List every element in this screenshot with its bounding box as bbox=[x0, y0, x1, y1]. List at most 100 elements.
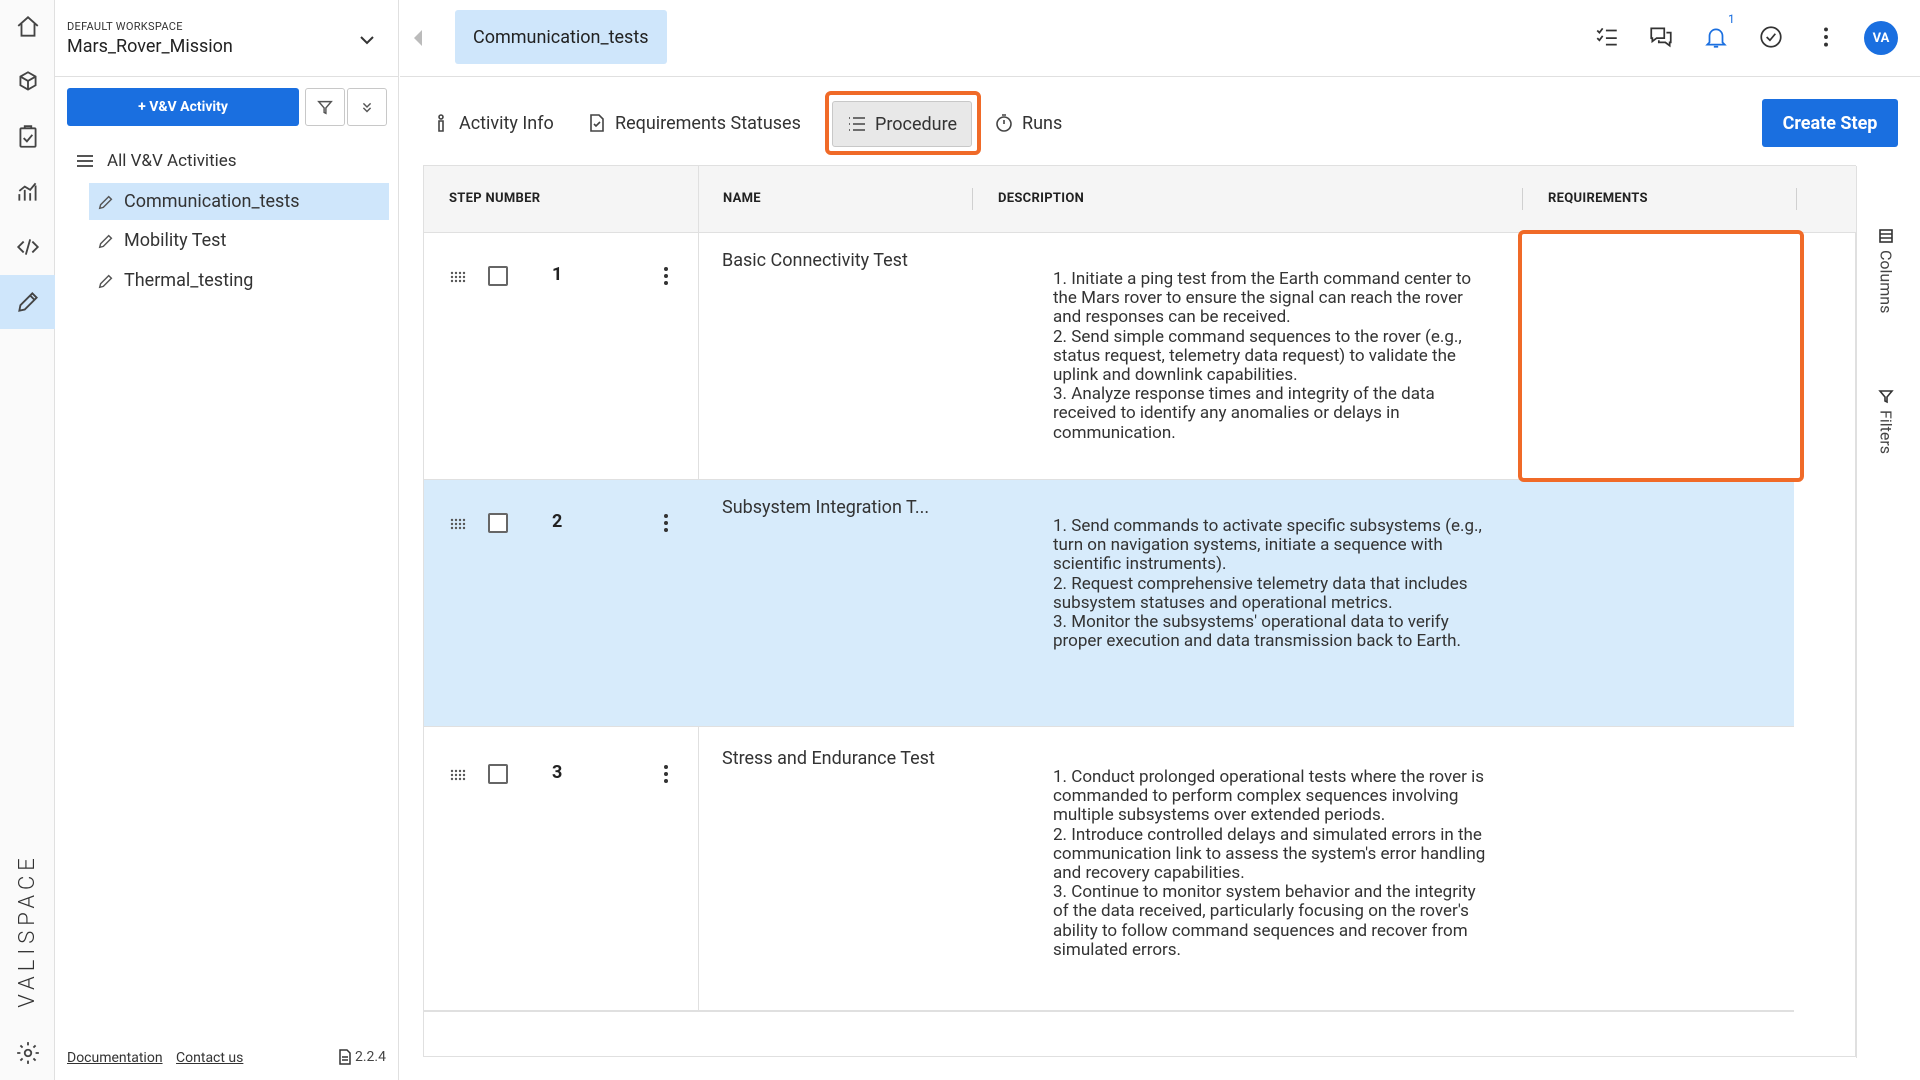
more-vertical-icon[interactable] bbox=[661, 265, 671, 287]
sidebar-item-communication-tests[interactable]: Communication_tests bbox=[89, 183, 389, 220]
tab-label: Runs bbox=[1022, 112, 1063, 134]
description-line: 2. Introduce controlled delays and simul… bbox=[1053, 824, 1486, 884]
columns-panel-toggle[interactable]: Columns bbox=[1866, 228, 1906, 313]
documentation-link[interactable]: Documentation bbox=[67, 1050, 163, 1066]
sidebar-item-thermal-testing[interactable]: Thermal_testing bbox=[89, 262, 389, 299]
tab-procedure[interactable]: Procedure bbox=[832, 101, 973, 147]
step-description[interactable]: 1. Send commands to activate specific su… bbox=[1053, 516, 1493, 652]
more-vertical-icon[interactable] bbox=[661, 512, 671, 534]
list-icon bbox=[849, 117, 865, 131]
notification-count: 1 bbox=[1728, 12, 1735, 26]
contact-link[interactable]: Contact us bbox=[176, 1050, 243, 1066]
avatar[interactable]: VA bbox=[1864, 21, 1898, 55]
analytics-icon[interactable] bbox=[0, 165, 55, 219]
row-checkbox[interactable] bbox=[488, 764, 508, 784]
icon-rail: VALISPACE bbox=[0, 0, 55, 1080]
code-icon[interactable] bbox=[0, 220, 55, 274]
filters-panel-toggle[interactable]: Filters bbox=[1866, 388, 1906, 454]
header-name[interactable]: NAME bbox=[723, 191, 761, 206]
table-row[interactable]: 1 Basic Connectivity Test 1. Initiate a … bbox=[424, 233, 1794, 480]
step-number: 2 bbox=[552, 511, 563, 532]
workspace-label: DEFAULT WORKSPACE bbox=[67, 20, 183, 33]
collapse-sidebar-button[interactable] bbox=[412, 28, 424, 48]
clipboard-icon[interactable] bbox=[0, 110, 55, 164]
workspace-name[interactable]: Mars_Rover_Mission bbox=[67, 36, 233, 57]
row-checkbox[interactable] bbox=[488, 266, 508, 286]
divider bbox=[400, 76, 1920, 77]
timer-icon bbox=[996, 114, 1012, 132]
description-line: 3. Monitor the subsystems' operational d… bbox=[1053, 612, 1461, 652]
step-name[interactable]: Stress and Endurance Test bbox=[722, 748, 935, 769]
divider bbox=[424, 1011, 1794, 1012]
tab-runs[interactable]: Runs bbox=[994, 102, 1062, 144]
filter-button[interactable] bbox=[305, 88, 345, 126]
pencil-icon bbox=[98, 234, 113, 248]
side-panel-divider bbox=[1856, 166, 1857, 1058]
description-line: 3. Analyze response times and integrity … bbox=[1053, 384, 1435, 443]
drag-handle-icon[interactable] bbox=[450, 767, 466, 781]
step-number: 3 bbox=[552, 762, 563, 783]
sidebar: DEFAULT WORKSPACE Mars_Rover_Mission + V… bbox=[55, 0, 399, 1080]
step-number: 1 bbox=[552, 264, 563, 285]
drag-handle-icon[interactable] bbox=[450, 269, 466, 283]
sidebar-item-mobility-test[interactable]: Mobility Test bbox=[89, 222, 389, 259]
tab-activity-info[interactable]: Activity Info bbox=[431, 102, 554, 144]
tab-label: Procedure bbox=[875, 113, 958, 135]
description-line: 2. Request comprehensive telemetry data … bbox=[1053, 573, 1468, 613]
pencil-icon bbox=[98, 195, 113, 209]
description-line: 1. Initiate a ping test from the Earth c… bbox=[1053, 269, 1472, 328]
filters-label: Filters bbox=[1876, 410, 1896, 455]
version-label: 2.2.4 bbox=[338, 1049, 386, 1065]
pencil-icon bbox=[98, 274, 113, 288]
header-requirements[interactable]: REQUIREMENTS bbox=[1548, 191, 1648, 206]
columns-icon bbox=[1879, 229, 1893, 243]
chat-icon[interactable] bbox=[1646, 22, 1676, 52]
all-activities-item[interactable]: All V&V Activities bbox=[75, 148, 237, 174]
checklist-icon[interactable] bbox=[1592, 22, 1622, 52]
columns-label: Columns bbox=[1876, 250, 1896, 314]
step-name[interactable]: Basic Connectivity Test bbox=[722, 250, 908, 271]
sidebar-item-label: Communication_tests bbox=[124, 191, 300, 212]
gear-icon[interactable] bbox=[0, 1026, 55, 1080]
sidebar-item-label: Thermal_testing bbox=[124, 270, 254, 291]
step-description[interactable]: 1. Conduct prolonged operational tests w… bbox=[1053, 767, 1493, 960]
add-vv-activity-button[interactable]: + V&V Activity bbox=[67, 88, 299, 126]
divider bbox=[55, 76, 399, 77]
column-divider bbox=[1522, 188, 1523, 210]
home-icon[interactable] bbox=[0, 0, 55, 54]
tab-requirements-statuses[interactable]: Requirements Statuses bbox=[587, 102, 801, 144]
tab-label: Activity Info bbox=[459, 112, 554, 134]
menu-icon bbox=[77, 155, 93, 167]
more-vertical-icon[interactable] bbox=[661, 763, 671, 785]
sidebar-item-label: Mobility Test bbox=[124, 230, 227, 251]
step-name[interactable]: Subsystem Integration T... bbox=[722, 497, 929, 518]
pencil-icon[interactable] bbox=[0, 275, 55, 329]
chevron-down-icon[interactable] bbox=[357, 30, 377, 50]
tab-label: Requirements Statuses bbox=[615, 112, 801, 134]
row-checkbox[interactable] bbox=[488, 513, 508, 533]
document-icon bbox=[339, 1049, 351, 1065]
table-row[interactable]: 3 Stress and Endurance Test 1. Conduct p… bbox=[424, 727, 1794, 1011]
filter-icon bbox=[1878, 390, 1894, 404]
doc-check-icon bbox=[590, 114, 604, 132]
step-description[interactable]: 1. Initiate a ping test from the Earth c… bbox=[1053, 269, 1493, 443]
column-divider bbox=[972, 188, 973, 210]
column-divider bbox=[1796, 188, 1797, 210]
description-line: 2. Send simple command sequences to the … bbox=[1053, 326, 1462, 386]
check-circle-icon[interactable] bbox=[1756, 22, 1786, 52]
valispace-logo: VALISPACE bbox=[14, 852, 40, 1008]
expand-all-button[interactable] bbox=[347, 88, 387, 126]
tab-communication-tests[interactable]: Communication_tests bbox=[455, 10, 667, 64]
table-row[interactable]: 2 Subsystem Integration T... 1. Send com… bbox=[424, 480, 1794, 727]
cube-icon[interactable] bbox=[0, 55, 55, 109]
drag-handle-icon[interactable] bbox=[450, 516, 466, 530]
header-step-number[interactable]: STEP NUMBER bbox=[449, 191, 540, 206]
more-vertical-icon[interactable] bbox=[1811, 22, 1841, 52]
bell-icon[interactable] bbox=[1701, 22, 1731, 52]
header-description[interactable]: DESCRIPTION bbox=[998, 191, 1084, 206]
create-step-button[interactable]: Create Step bbox=[1762, 99, 1898, 147]
description-line: 1. Send commands to activate specific su… bbox=[1053, 516, 1482, 575]
procedure-table: STEP NUMBER NAME DESCRIPTION REQUIREMENT… bbox=[423, 165, 1896, 1058]
description-line: 1. Conduct prolonged operational tests w… bbox=[1053, 767, 1485, 826]
person-icon bbox=[438, 114, 444, 132]
